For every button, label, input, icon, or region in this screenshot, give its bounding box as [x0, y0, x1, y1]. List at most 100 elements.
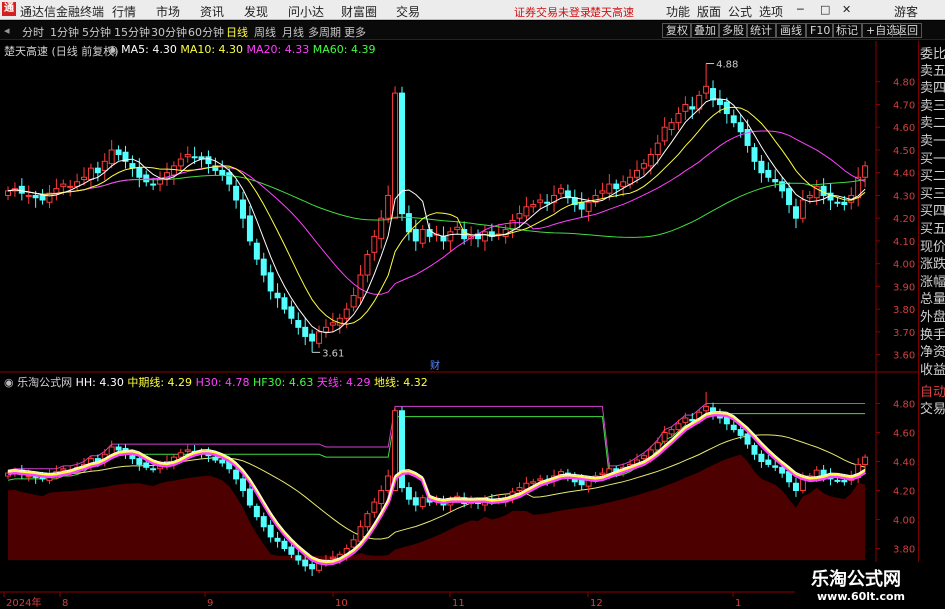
mid-line-label: 中期线: 4.29 [127, 376, 193, 389]
y-axis-label: 4.50 [893, 146, 915, 157]
hf30-label: HF30: 4.63 [253, 376, 314, 389]
chart-stock-title: 楚天高速 (日线 前复权) [4, 45, 119, 58]
price-chart-area[interactable]: 4.80 4.70 4.60 4.50 4.40 4.30 4.20 4.10 4.00 3.90… [0, 41, 918, 609]
toggle-icon[interactable]: ◉ [108, 43, 121, 56]
period-multi[interactable]: 多周期 [308, 24, 341, 40]
sub-candle [834, 479, 841, 482]
ma5-line [7, 98, 866, 334]
period-intraday[interactable]: 分时 [22, 24, 44, 40]
menu-item-functions[interactable]: 功能 [666, 3, 690, 20]
sidebar-turnover[interactable]: 换手 [920, 328, 945, 343]
main-candle [136, 167, 143, 178]
main-candle [295, 320, 302, 328]
main-candle [806, 194, 813, 199]
period-daily[interactable]: 日线 [226, 24, 248, 40]
menu-item-quotes[interactable]: 行情 [112, 3, 136, 20]
maximize-icon[interactable]: □ [820, 3, 830, 16]
y-axis-label: 3.70 [893, 328, 915, 339]
main-candle [585, 201, 592, 212]
sub-candle [295, 555, 302, 561]
close-icon[interactable]: ✕ [842, 3, 851, 16]
period-60min[interactable]: 60分钟 [188, 24, 224, 40]
menu-item-assistant[interactable]: 问小达 [288, 3, 324, 20]
period-1min[interactable]: 1分钟 [50, 24, 79, 40]
menu-item-formula[interactable]: 公式 [728, 3, 752, 20]
sub-candle [281, 540, 288, 549]
main-candle [329, 322, 336, 326]
main-candle [606, 183, 613, 194]
sidebar-net-asset[interactable]: 净资 [920, 345, 945, 360]
main-candle [150, 183, 157, 186]
toggle-icon[interactable]: ◉ [4, 376, 17, 389]
sidebar-sell3[interactable]: 卖三 [920, 99, 945, 114]
sidebar-buy4[interactable]: 买四 [920, 204, 945, 219]
sub-candle [772, 465, 779, 468]
sub-candle [640, 455, 647, 460]
main-candle [143, 174, 150, 183]
main-candle [862, 165, 869, 178]
sidebar-sell5[interactable]: 卖五 [920, 64, 945, 79]
menu-item-trade[interactable]: 交易 [396, 3, 420, 20]
menu-item-options[interactable]: 选项 [759, 3, 783, 20]
menu-item-discover[interactable]: 发现 [244, 3, 268, 20]
sidebar-buy2[interactable]: 买二 [920, 169, 945, 184]
overlay-button[interactable]: 叠加 [690, 23, 720, 38]
menu-item-layout[interactable]: 版面 [697, 3, 721, 20]
sidebar-trade[interactable]: 交易 [920, 402, 945, 417]
y-axis-label: 3.80 [893, 305, 915, 316]
period-5min[interactable]: 5分钟 [82, 24, 111, 40]
draw-line-button[interactable]: 画线 [776, 23, 806, 38]
sidebar-sell4[interactable]: 卖四 [920, 81, 945, 96]
sub-candle [765, 459, 772, 465]
user-label[interactable]: 游客 [894, 3, 918, 20]
sub-y-axis-label: 4.40 [893, 458, 915, 469]
back-button[interactable]: 返回 [892, 23, 922, 38]
period-15min[interactable]: 15分钟 [114, 24, 150, 40]
sidebar-buy1[interactable]: 买一 [920, 152, 945, 167]
app-logo-icon: 通 [2, 2, 16, 16]
main-candle [101, 160, 108, 171]
main-candle [682, 103, 689, 112]
sidebar-change[interactable]: 涨跌 [920, 257, 945, 272]
adjust-button[interactable]: 复权 [662, 23, 692, 38]
period-30min[interactable]: 30分钟 [151, 24, 187, 40]
main-candle [792, 206, 799, 219]
main-candle [516, 213, 523, 219]
y-axis-label: 4.60 [893, 123, 915, 134]
minimize-icon[interactable]: ─ [797, 3, 804, 16]
main-candle [654, 142, 661, 156]
sidebar-change-pct[interactable]: 涨幅 [920, 275, 945, 290]
collapse-icon[interactable]: ◂ [4, 24, 10, 37]
period-more[interactable]: 更多 [344, 24, 366, 40]
sidebar-buy5[interactable]: 买五 [920, 222, 945, 237]
menu-item-market[interactable]: 市场 [156, 3, 180, 20]
main-candle [440, 235, 447, 242]
menu-item-news[interactable]: 资讯 [200, 3, 224, 20]
sidebar-volume[interactable]: 总量 [920, 292, 945, 307]
sub-candle [419, 497, 426, 507]
period-monthly[interactable]: 月线 [282, 24, 304, 40]
sidebar-earnings[interactable]: 收益 [920, 363, 945, 378]
y-axis-label: 3.90 [893, 282, 915, 293]
menu-item-wealth[interactable]: 财富圈 [341, 3, 377, 20]
f10-button[interactable]: F10 [806, 23, 835, 38]
mark-button[interactable]: 标记 [832, 23, 862, 38]
main-candle [67, 185, 74, 188]
sub-candle [329, 556, 336, 560]
statistics-button[interactable]: 统计 [746, 23, 776, 38]
sub-candle [309, 563, 316, 570]
sub-chart-legend: ◉ 乐淘公式网 HH: 4.30 中期线: 4.29 H30: 4.78 HF3… [4, 374, 428, 390]
sidebar-sell2[interactable]: 卖二 [920, 116, 945, 131]
login-warning[interactable]: 证券交易未登录 [514, 4, 591, 20]
main-candle [779, 181, 786, 192]
y-axis-label: 4.80 [893, 78, 915, 89]
sidebar-outer[interactable]: 外盘 [920, 310, 945, 325]
multi-stock-button[interactable]: 多股 [718, 23, 748, 38]
sidebar-price[interactable]: 现价 [920, 240, 945, 255]
sidebar-weibi[interactable]: 委比 [920, 47, 945, 62]
period-weekly[interactable]: 周线 [254, 24, 276, 40]
sidebar-auto[interactable]: 自动 [920, 385, 945, 400]
main-candle [668, 122, 675, 130]
sidebar-sell1[interactable]: 卖一 [920, 134, 945, 149]
sidebar-buy3[interactable]: 买三 [920, 187, 945, 202]
